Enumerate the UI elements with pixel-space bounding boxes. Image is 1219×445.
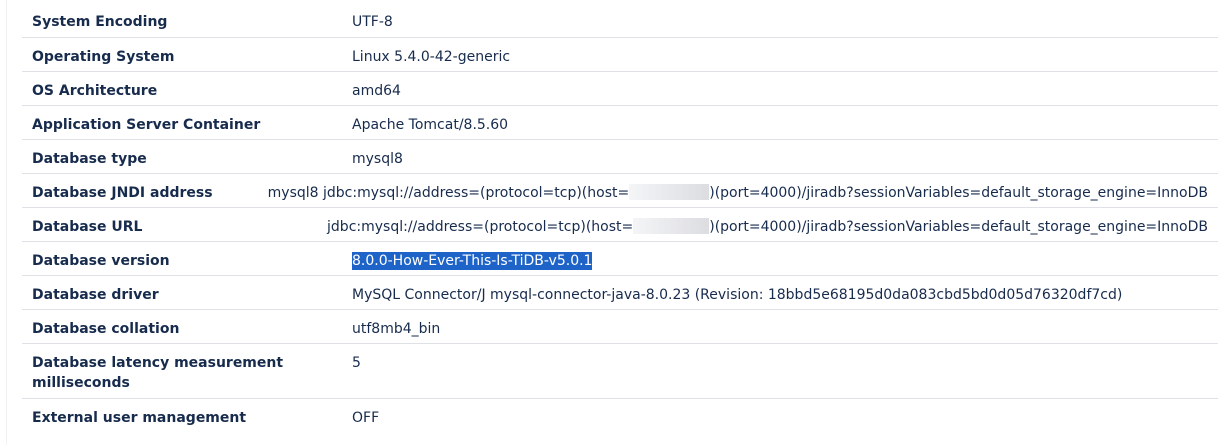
url-suffix: )(port=4000)/jiradb?sessionVariables=def… [709, 219, 1208, 235]
row-key: OS Architecture [32, 83, 158, 99]
jndi-suffix: )(port=4000)/jiradb?sessionVariables=def… [709, 185, 1208, 201]
table-row-system-encoding: System Encoding UTF-8 [22, 3, 1218, 37]
row-key: System Encoding [32, 14, 168, 30]
redacted-host [633, 218, 710, 234]
table-row-database-type: Database type mysql8 [22, 139, 1218, 173]
row-key: Database type [32, 151, 147, 167]
row-value: mysql8 [352, 151, 403, 167]
table-row-database-version: Database version 8.0.0-How-Ever-This-Is-… [22, 241, 1218, 275]
row-value: Apache Tomcat/8.5.60 [352, 117, 509, 133]
table-row-app-server: Application Server Container Apache Tomc… [22, 105, 1218, 139]
system-info-table: System Encoding UTF-8 Operating System L… [22, 3, 1218, 432]
row-key: Database latency measurement millisecond… [32, 355, 284, 391]
table-row-database-driver: Database driver MySQL Connector/J mysql-… [22, 275, 1218, 309]
row-key: Database collation [32, 321, 180, 337]
row-value: UTF-8 [352, 14, 393, 30]
row-value: Linux 5.4.0-42-generic [352, 49, 511, 65]
row-key: Database JNDI address [32, 185, 213, 201]
row-value: mysql8 jdbc:mysql://address=(protocol=tc… [258, 174, 1218, 207]
selected-text[interactable]: 8.0.0-How-Ever-This-Is-TiDB-v5.0.1 [352, 252, 593, 270]
table-row-database-collation: Database collation utf8mb4_bin [22, 309, 1218, 343]
row-value: MySQL Connector/J mysql-connector-java-8… [352, 287, 1123, 303]
table-row-database-latency: Database latency measurement millisecond… [22, 343, 1218, 398]
row-key: Database URL [32, 219, 143, 235]
row-value: 8.0.0-How-Ever-This-Is-TiDB-v5.0.1 [342, 242, 1218, 275]
row-value: 5 [352, 355, 361, 371]
table-row-os-architecture: OS Architecture amd64 [22, 71, 1218, 105]
row-key: Database driver [32, 287, 159, 303]
system-info-page: System Encoding UTF-8 Operating System L… [0, 0, 1219, 445]
left-divider [0, 0, 7, 445]
row-value: jdbc:mysql://address=(protocol=tcp)(host… [317, 208, 1218, 241]
redacted-host [629, 184, 710, 200]
table-row-database-url: Database URL jdbc:mysql://address=(proto… [22, 207, 1218, 241]
row-value: OFF [352, 410, 380, 426]
jndi-prefix: mysql8 jdbc:mysql://address=(protocol=tc… [267, 185, 630, 201]
row-value: utf8mb4_bin [352, 321, 441, 337]
table-row-external-user-management: External user management OFF [22, 398, 1218, 432]
row-key: Operating System [32, 49, 175, 65]
row-key: Application Server Container [32, 117, 261, 133]
table-row-database-jndi: Database JNDI address mysql8 jdbc:mysql:… [22, 173, 1218, 207]
table-row-operating-system: Operating System Linux 5.4.0-42-generic [22, 37, 1218, 71]
url-prefix: jdbc:mysql://address=(protocol=tcp)(host… [327, 219, 634, 235]
row-key: External user management [32, 410, 247, 426]
row-key: Database version [32, 253, 170, 269]
row-value: amd64 [352, 83, 401, 99]
